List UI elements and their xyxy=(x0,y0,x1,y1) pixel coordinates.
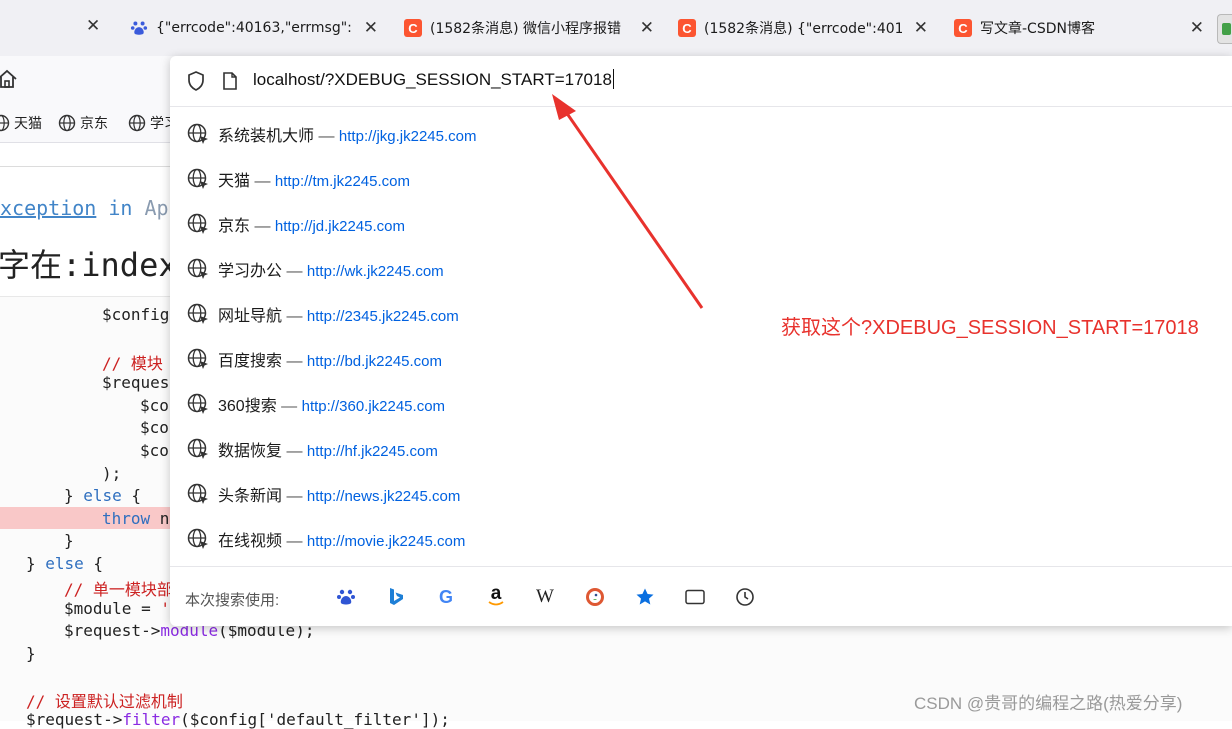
annotation-text: 获取这个?XDEBUG_SESSION_START=17018 xyxy=(781,317,1199,339)
annotation-arrow xyxy=(552,94,704,309)
csdn-watermark: CSDN @贵哥的编程之路(热爱分享) xyxy=(914,694,1183,713)
